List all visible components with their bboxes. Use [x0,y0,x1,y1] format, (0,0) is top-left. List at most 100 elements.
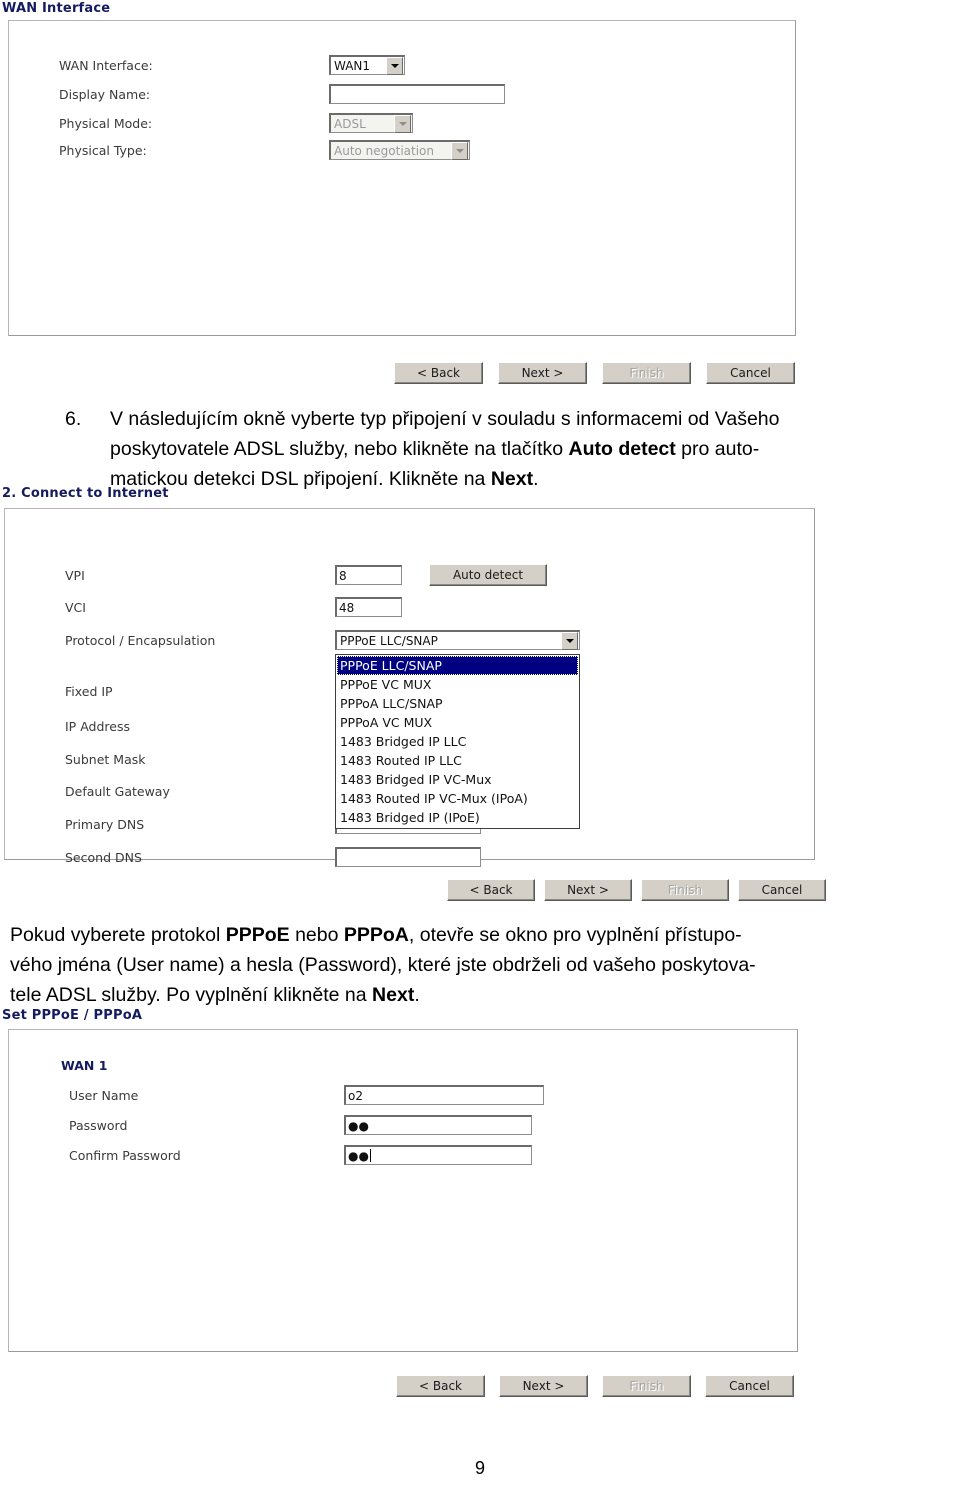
protocol-select-value: PPPoE LLC/SNAP [340,633,438,648]
chevron-down-icon[interactable] [561,631,578,650]
step-6-line-2a: poskytovatele ADSL služby, nebo klikněte… [110,438,569,460]
vpi-input[interactable]: 8 [335,565,402,585]
auto-detect-button[interactable]: Auto detect [429,564,547,586]
form-row-physical-type: Physical Type: Auto negotiation [59,136,470,164]
pppoe-emphasis: PPPoE [225,924,290,946]
step-6-line-1: V následujícím okně vyberte typ připojen… [110,408,780,430]
user-name-input[interactable]: o2 [344,1085,544,1105]
default-gateway-label: Default Gateway [65,783,170,799]
dropdown-option[interactable]: 1483 Routed IP LLC [337,751,578,770]
dropdown-option[interactable]: 1483 Routed IP VC-Mux (IPoA) [337,789,578,808]
wizard-buttons-1: < Back Next > Finish Cancel [394,362,795,384]
physical-mode-label: Physical Mode: [59,115,153,131]
form-row-second-dns: Second DNS [65,847,481,867]
dropdown-option[interactable]: 1483 Bridged IP (IPoE) [337,808,578,827]
form-row-vpi: VPI 8 Auto detect [65,564,547,586]
wizard-buttons-3-row: < Back Next > Finish Cancel [396,1375,794,1397]
ip-address-label: IP Address [65,718,130,734]
password-label: Password [69,1117,128,1133]
physical-mode-select-value: ADSL [334,116,366,131]
wan1-group-heading: WAN 1 [61,1058,108,1073]
connect-to-internet-panel: VPI 8 Auto detect VCI 48 Protocol / Enca… [4,508,815,867]
second-dns-label: Second DNS [65,849,142,865]
pppoe-line-1a: Pokud vyberete protokol [10,924,226,946]
subnet-mask-label: Subnet Mask [65,751,146,767]
physical-type-select-value: Auto negotiation [334,143,435,158]
screenshot-wan-interface: WAN Interface WAN Interface: WAN1 Displa… [0,0,800,384]
protocol-dropdown-list[interactable]: PPPoE LLC/SNAP PPPoE VC MUX PPPoA LLC/SN… [335,654,580,829]
next-button[interactable]: Next > [544,879,632,901]
finish-button: Finish [602,1375,691,1397]
screenshot-set-pppoe-pppoa: Set PPPoE / PPPoA WAN 1 User Name o2 Pas… [0,1008,800,1408]
dropdown-option[interactable]: PPPoA LLC/SNAP [337,694,578,713]
physical-mode-select[interactable]: ADSL [329,113,413,133]
vci-input[interactable]: 48 [335,597,402,617]
dropdown-option[interactable]: 1483 Bridged IP LLC [337,732,578,751]
physical-type-label: Physical Type: [59,142,147,158]
dropdown-option[interactable]: PPPoE VC MUX [337,675,578,694]
wan-interface-label: WAN Interface: [59,57,153,73]
back-button[interactable]: < Back [447,879,535,901]
pppoe-line-1c: nebo [289,924,344,946]
step-6-line-2c: pro auto- [675,438,760,460]
next-button[interactable]: Next > [498,362,587,384]
back-button[interactable]: < Back [396,1375,485,1397]
wan-interface-panel: WAN Interface: WAN1 Display Name: Physic… [8,20,796,336]
form-row-fixed-ip: Fixed IP [65,684,335,699]
fixed-ip-label: Fixed IP [65,684,113,699]
chevron-down-icon[interactable] [394,114,411,133]
form-row-password: Password ●● [69,1115,532,1135]
back-button[interactable]: < Back [394,362,483,384]
form-row-display-name: Display Name: [59,80,505,108]
pppoe-line-3a: tele ADSL služby. Po vyplnění klikněte n… [10,984,373,1006]
cancel-button[interactable]: Cancel [738,879,826,901]
next-button[interactable]: Next > [499,1375,588,1397]
step-6-auto-detect-emphasis: Auto detect [568,438,676,460]
second-dns-input[interactable] [335,847,481,867]
form-row-physical-mode: Physical Mode: ADSL [59,109,413,137]
screenshot-connect-to-internet: 2. Connect to Internet VPI 8 Auto detect… [0,486,826,916]
password-input[interactable]: ●● [344,1115,532,1135]
wan-interface-title: WAN Interface [2,1,111,16]
pppoe-line-2: vého jména (User name) a hesla (Password… [10,954,756,976]
physical-type-select[interactable]: Auto negotiation [329,140,470,160]
form-row-protocol: Protocol / Encapsulation PPPoE LLC/SNAP [65,630,580,650]
protocol-label: Protocol / Encapsulation [65,632,216,648]
finish-button: Finish [602,362,691,384]
set-pppoe-pppoa-title: Set PPPoE / PPPoA [2,1008,143,1023]
pppoe-line-1e: , otevře se okno pro vyplnění přístupo- [408,924,742,946]
step-6-paragraph: V následujícím okně vyberte typ připojen… [110,404,955,494]
wizard-buttons-2: < Back Next > Finish Cancel [447,879,826,901]
form-row-user-name: User Name o2 [69,1085,544,1105]
display-name-input[interactable] [329,84,505,104]
form-row-wan-interface: WAN Interface: WAN1 [59,51,405,79]
vci-label: VCI [65,599,86,615]
dropdown-option[interactable]: 1483 Bridged IP VC-Mux [337,770,578,789]
form-row-confirm-password: Confirm Password ●● [69,1145,532,1165]
user-name-label: User Name [69,1087,139,1103]
cancel-button[interactable]: Cancel [706,362,795,384]
set-pppoe-pppoa-panel: WAN 1 User Name o2 Password ●● Confirm P… [8,1029,798,1352]
cancel-button[interactable]: Cancel [705,1375,794,1397]
vpi-label: VPI [65,567,85,583]
pppoe-line-3c: . [414,984,420,1006]
finish-button: Finish [641,879,729,901]
confirm-password-input[interactable]: ●● [344,1145,532,1165]
display-name-label: Display Name: [59,86,151,102]
chevron-down-icon[interactable] [451,141,468,160]
chevron-down-icon[interactable] [386,56,403,75]
wan-interface-select-value: WAN1 [334,58,371,73]
protocol-select[interactable]: PPPoE LLC/SNAP [335,630,580,650]
step-6-number: 6. [65,408,82,430]
connect-to-internet-title: 2. Connect to Internet [2,486,169,501]
pppoa-emphasis: PPPoA [343,924,409,946]
primary-dns-label: Primary DNS [65,816,145,832]
dropdown-option[interactable]: PPPoA VC MUX [337,713,578,732]
pppoe-paragraph: Pokud vyberete protokol PPPoE nebo PPPoA… [10,920,955,1010]
form-row-vci: VCI 48 [65,597,402,617]
page-number: 9 [474,1458,485,1478]
wan-interface-select[interactable]: WAN1 [329,55,405,75]
pppoe-next-emphasis: Next [372,984,415,1006]
confirm-password-label: Confirm Password [69,1147,181,1163]
dropdown-option[interactable]: PPPoE LLC/SNAP [337,656,578,675]
